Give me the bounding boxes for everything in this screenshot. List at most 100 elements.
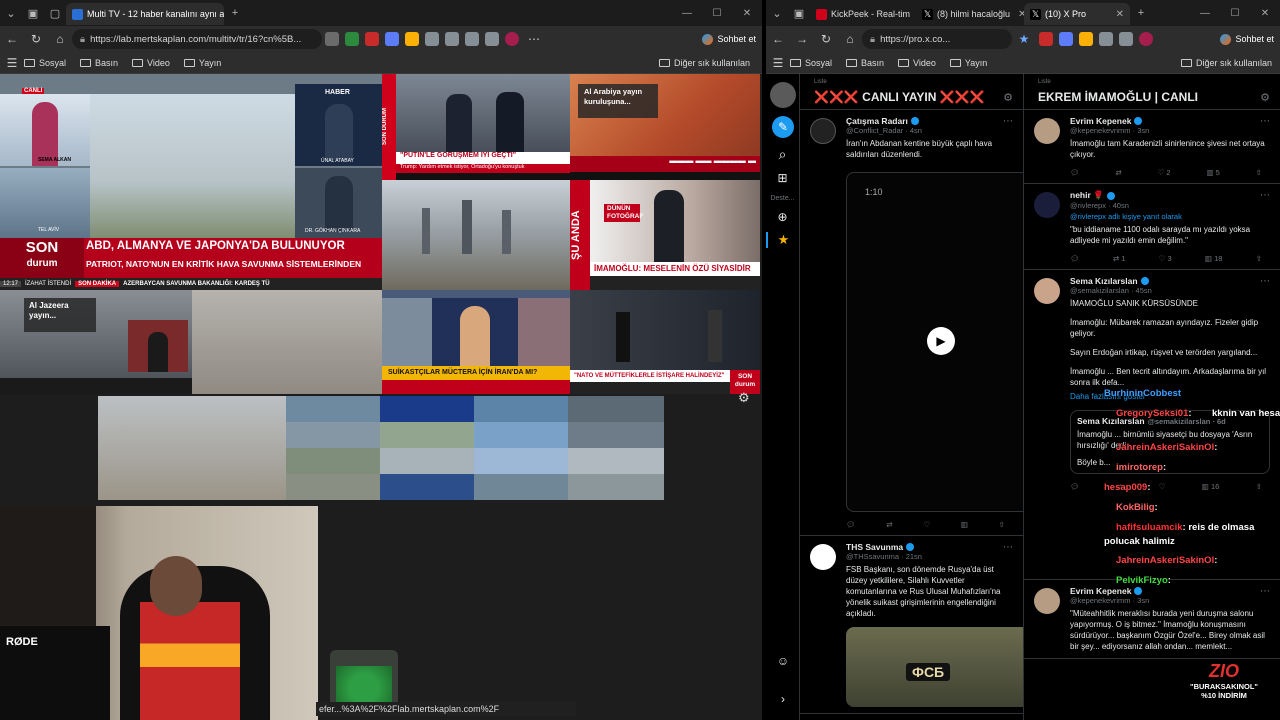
more-icon[interactable]: ⋯	[1260, 190, 1270, 201]
maximize-icon[interactable]: ☐	[1220, 8, 1250, 19]
retweet-icon[interactable]: ⇄	[886, 520, 892, 529]
extension-icon[interactable]	[425, 32, 439, 46]
tab-list-icon[interactable]: ⌄	[766, 3, 788, 23]
tv-cell-nato[interactable]: "NATO VE MÜTTEFİKLERLE İSTİŞARE HALİNDEY…	[570, 290, 760, 394]
reply-icon[interactable]: 💬︎	[846, 520, 856, 529]
views-button[interactable]: ▥ 16	[1202, 482, 1220, 491]
back-icon[interactable]: ←	[766, 32, 790, 46]
address-bar[interactable]: 🔒︎ https://pro.x.co...	[862, 29, 1012, 49]
tweet[interactable]: ⋯ Sema Kızılarslan @semakizilarslan · 45…	[1024, 270, 1280, 580]
extension-icon[interactable]	[485, 32, 499, 46]
bookmark-basin[interactable]: Basın	[846, 58, 884, 68]
account-avatar[interactable]	[770, 82, 796, 108]
more-icon[interactable]: ⋯	[1003, 116, 1013, 127]
reply-context[interactable]: @rivlerepx adlı kişiye yanıt olarak	[1070, 212, 1270, 221]
star-icon[interactable]: ★	[766, 232, 799, 248]
tab-multitv[interactable]: Multi TV - 12 haber kanalını aynı a ✕	[66, 3, 224, 25]
add-column-icon[interactable]: ⊞	[766, 171, 799, 185]
tab-hilmi[interactable]: 𝕏 (8) hilmi hacaloğlu ✕	[916, 3, 1024, 25]
copilot-button[interactable]: Sohbet et	[702, 33, 756, 45]
compose-icon[interactable]: ✎	[772, 116, 794, 138]
reply-icon[interactable]: 💬︎	[1070, 482, 1080, 491]
like-icon[interactable]: ♡	[923, 520, 930, 529]
new-tab-icon[interactable]: +	[1130, 3, 1152, 23]
tweet[interactable]: ⋯ Evrim Kepenek @kepenekevrimm · 3sn "Mü…	[1024, 580, 1280, 659]
quoted-tweet[interactable]: Sema Kızılarslan @semakizilarslan · 6d İm…	[1070, 410, 1270, 474]
refresh-icon[interactable]: ↻	[24, 32, 48, 46]
tv-cell-trump-panel[interactable]: SUİKASTÇILAR MÜCTERA İÇİN İRAN'DA MI?	[382, 290, 570, 394]
more-icon[interactable]: ⋯	[1003, 542, 1013, 553]
tweet-author[interactable]: Çatışma Radarı	[846, 116, 1013, 126]
settings-gear-icon[interactable]: ⚙	[738, 390, 750, 406]
close-tab-icon[interactable]: ✕	[1112, 9, 1124, 20]
play-icon[interactable]: ▶	[927, 327, 955, 355]
extension-icon[interactable]	[345, 32, 359, 46]
close-tab-icon[interactable]: ✕	[1014, 9, 1024, 20]
forward-icon[interactable]: →	[790, 32, 814, 46]
workspaces-icon[interactable]: ▣	[22, 3, 44, 23]
share-icon[interactable]: ⇧	[1256, 168, 1262, 177]
extension-icon[interactable]	[405, 32, 419, 46]
more-icon[interactable]: ⋯	[1260, 116, 1270, 127]
bookmark-sosyal[interactable]: Sosyal	[24, 58, 66, 68]
workspaces-icon[interactable]: ▣	[788, 3, 810, 23]
tab-list-icon[interactable]: ⌄	[0, 3, 22, 23]
search-icon[interactable]: ⌕	[766, 146, 799, 163]
bookmark-video[interactable]: Video	[898, 58, 936, 68]
copilot-button[interactable]: Sohbet et	[1220, 33, 1274, 45]
bookmark-sosyal[interactable]: Sosyal	[790, 58, 832, 68]
close-window-icon[interactable]: ✕	[732, 8, 762, 19]
views-icon[interactable]: ▥	[961, 520, 968, 529]
bookmark-basin[interactable]: Basın	[80, 58, 118, 68]
more-icon[interactable]: ⋯	[1260, 586, 1270, 597]
tv-cell-al-arabiya[interactable]: Al Arabiya yayın kuruluşuna... ▬▬▬ ▬▬ ▬▬…	[570, 74, 760, 180]
emoji-icon[interactable]: ☺	[766, 654, 800, 668]
refresh-icon[interactable]: ↻	[814, 32, 838, 46]
like-button[interactable]: ♡ 2	[1158, 168, 1171, 177]
tab-xpro[interactable]: 𝕏 (10) X Pro ✕	[1024, 3, 1130, 25]
bookmark-yayin[interactable]: Yayın	[949, 58, 987, 68]
more-icon[interactable]: ⋯	[1260, 276, 1270, 287]
retweet-button[interactable]: ⇄ 1	[1113, 254, 1126, 263]
show-more-link[interactable]: Daha fazlasını göster	[1070, 391, 1270, 402]
extension-icon[interactable]	[1119, 32, 1133, 46]
tweet-author[interactable]: Evrim Kepenek	[1070, 116, 1270, 126]
video-player[interactable]: 1:10 ▶	[846, 172, 1023, 512]
tv-cell-haberturk[interactable]: CANLI SEMA ALKAN TEL AVİV HABER ÜNAL ATA…	[0, 74, 382, 290]
share-icon[interactable]: ⇧	[1256, 254, 1262, 263]
star-icon[interactable]: ★	[1012, 32, 1036, 46]
minimize-icon[interactable]: —	[1190, 8, 1220, 19]
extension-icon[interactable]	[445, 32, 459, 46]
new-tab-icon[interactable]: +	[224, 3, 246, 23]
reply-icon[interactable]: 💬︎	[1070, 254, 1080, 263]
extension-icon[interactable]	[465, 32, 479, 46]
like-button[interactable]: ♡ 3	[1159, 254, 1172, 263]
tweet-author[interactable]: Sema Kızılarslan	[1070, 276, 1270, 286]
tweet[interactable]: ⋯ nehir 🌹 @rivlerepx · 40sn @rivlerepx a…	[1024, 184, 1280, 270]
tv-cell-imamoglu[interactable]: ŞU ANDA DÜNÜN FOTOĞRAF İMAMOĞLU: MESELEN…	[570, 180, 760, 290]
expand-icon[interactable]: ›	[766, 692, 800, 706]
address-bar[interactable]: 🔒︎ https://lab.mertskaplan.com/multitv/t…	[72, 29, 322, 49]
back-icon[interactable]: ←	[0, 32, 24, 46]
add-deck-icon[interactable]: ⊕	[766, 210, 799, 224]
extension-icon[interactable]	[1039, 32, 1053, 46]
tweet[interactable]: ⋯ Evrim Kepenek @kepenekevrimm · 3sn İma…	[1024, 110, 1280, 184]
retweet-icon[interactable]: ⇄	[1116, 482, 1122, 491]
sidebar-icon[interactable]: ☰	[766, 56, 790, 70]
share-icon[interactable]: ⇧	[1256, 482, 1262, 491]
tv-cell-jerusalem[interactable]	[98, 396, 286, 500]
tweet[interactable]: ⋯ Çatışma Radarı @Conflict_Radar · 4sn İ…	[800, 110, 1023, 536]
extension-icon[interactable]	[1099, 32, 1113, 46]
retweet-icon[interactable]: ⇄	[1115, 168, 1121, 177]
extension-icon[interactable]	[365, 32, 379, 46]
tweet-image[interactable]: ФСБ	[846, 627, 1023, 707]
sidebar-icon[interactable]: ☰	[0, 56, 24, 70]
maximize-icon[interactable]: ☐	[702, 8, 732, 19]
minimize-icon[interactable]: —	[672, 8, 702, 19]
avatar[interactable]	[1139, 32, 1153, 46]
tweet-author[interactable]: nehir 🌹	[1070, 190, 1270, 201]
like-icon[interactable]: ♡	[1159, 482, 1166, 491]
home-icon[interactable]: ⌂	[838, 32, 862, 46]
tv-cell-putin-trump[interactable]: SON DURUM "PUTİN'LE GÖRÜŞMEM İYİ GEÇTİ" …	[382, 74, 570, 180]
settings-gear-icon[interactable]: ⚙	[1003, 91, 1013, 104]
